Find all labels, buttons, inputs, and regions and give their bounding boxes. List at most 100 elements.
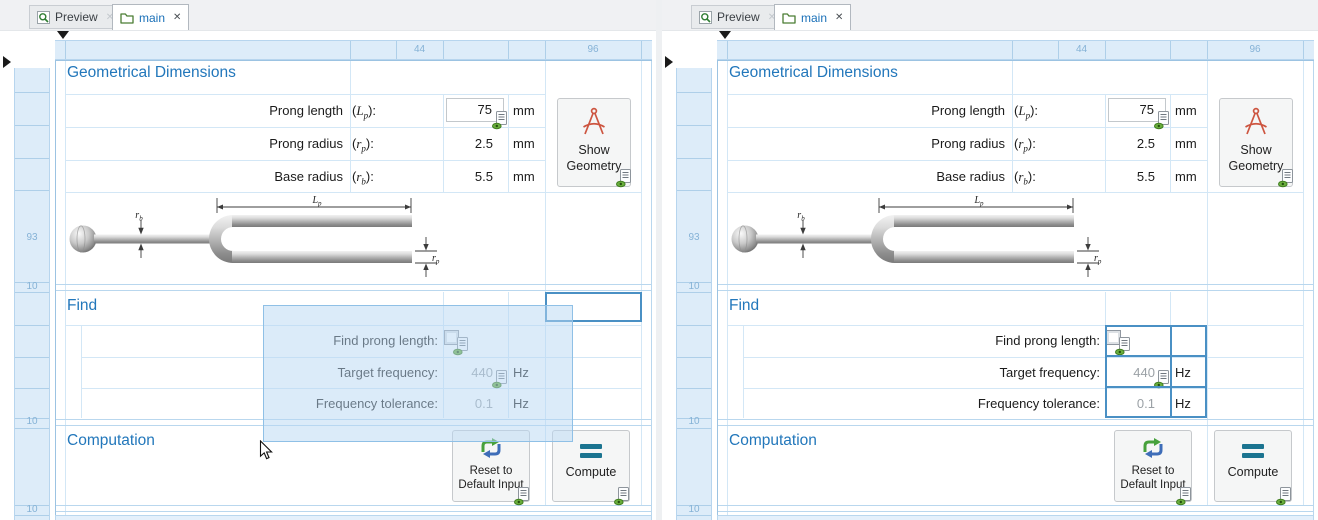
ruler-label: 44 xyxy=(1058,44,1105,55)
column-marker-icon xyxy=(719,31,731,39)
compass-icon xyxy=(1242,107,1270,137)
drag-ghost-overlay xyxy=(263,305,573,442)
unit-label: Hz xyxy=(1175,357,1191,388)
unit-label: mm xyxy=(1175,160,1197,193)
form-editor-panel-right: Preview ✕ main ✕ 44 96 93 10 10 10 xyxy=(662,0,1318,520)
symbol-label: (Lp): xyxy=(1014,94,1102,127)
reset-arrows-icon xyxy=(1141,437,1165,459)
symbol-label: (Lp): xyxy=(352,94,440,127)
ruler-ticks xyxy=(677,68,711,520)
tab-preview[interactable]: Preview ✕ xyxy=(691,5,784,29)
symbol-label: (rp): xyxy=(352,127,440,160)
svg-text:Lp: Lp xyxy=(973,195,984,208)
close-icon[interactable]: ✕ xyxy=(173,12,181,23)
ruler-top[interactable]: 44 96 xyxy=(717,40,1314,60)
visibility-badge-icon xyxy=(1154,370,1169,389)
tuning-fork-image[interactable]: Lp rb rp xyxy=(727,194,1112,280)
tab-label: main xyxy=(801,11,827,25)
tuning-fork-image[interactable]: Lp rb rp xyxy=(65,194,450,280)
unit-label: mm xyxy=(513,127,535,160)
symbol-label: (rb): xyxy=(352,160,440,193)
row-marker-icon xyxy=(3,56,11,68)
field-label: Prong radius xyxy=(727,127,1005,160)
visibility-badge-icon xyxy=(614,487,629,506)
svg-text:rb: rb xyxy=(135,210,143,223)
row-marker-icon xyxy=(665,56,673,68)
tab-label: Preview xyxy=(717,10,760,24)
field-label: Prong length xyxy=(727,94,1005,127)
unit-label: mm xyxy=(1175,127,1197,160)
tab-main[interactable]: main ✕ xyxy=(112,4,189,30)
section-title-geometry: Geometrical Dimensions xyxy=(729,64,898,82)
folder-icon xyxy=(120,12,134,24)
field-label: Base radius xyxy=(65,160,343,193)
ruler-left[interactable]: 93 10 10 10 xyxy=(14,68,50,520)
mouse-cursor xyxy=(259,440,273,461)
ruler-label: 96 xyxy=(545,44,641,55)
tab-main[interactable]: main ✕ xyxy=(774,4,851,30)
section-title-computation: Computation xyxy=(729,432,817,450)
svg-text:Lp: Lp xyxy=(311,195,322,208)
tab-bar: Preview ✕ main ✕ xyxy=(662,0,1318,31)
tab-bar: Preview ✕ main ✕ xyxy=(0,0,656,31)
ruler-label: 93 xyxy=(677,232,711,243)
unit-label: Hz xyxy=(1175,388,1191,419)
svg-text:rp: rp xyxy=(1094,253,1102,266)
ruler-top[interactable]: 44 96 xyxy=(55,40,652,60)
preview-magnifier-icon xyxy=(699,11,712,24)
equals-icon xyxy=(1242,444,1264,458)
column-marker-icon xyxy=(57,31,69,39)
ruler-label: 10 xyxy=(677,416,711,427)
unit-label: mm xyxy=(1175,94,1197,127)
visibility-badge-icon xyxy=(1154,111,1169,130)
split-view: Preview ✕ main ✕ 44 96 93 10 10 10 xyxy=(0,0,1318,520)
visibility-badge-icon xyxy=(616,169,631,188)
ruler-label: 44 xyxy=(396,44,443,55)
ruler-left[interactable]: 93 10 10 10 xyxy=(676,68,712,520)
ruler-label: 93 xyxy=(15,232,49,243)
symbol-label: (rb): xyxy=(1014,160,1102,193)
section-title-find: Find xyxy=(729,297,759,315)
visibility-badge-icon xyxy=(1176,487,1191,506)
folder-icon xyxy=(782,12,796,24)
compass-icon xyxy=(580,107,608,137)
visibility-badge-icon xyxy=(1278,169,1293,188)
prong-radius-field[interactable]: 2.5 xyxy=(443,127,493,160)
symbol-label: (rp): xyxy=(1014,127,1102,160)
visibility-badge-icon xyxy=(1276,487,1291,506)
visibility-badge-icon xyxy=(492,111,507,130)
svg-text:rb: rb xyxy=(797,210,805,223)
ruler-label: 10 xyxy=(677,281,711,292)
ruler-label: 10 xyxy=(15,416,49,427)
ruler-label: 96 xyxy=(1207,44,1303,55)
section-title-find: Find xyxy=(67,297,97,315)
equals-icon xyxy=(580,444,602,458)
svg-text:rp: rp xyxy=(432,253,440,266)
ruler-ticks xyxy=(15,68,49,520)
form-editor-panel-left: Preview ✕ main ✕ 44 96 93 10 10 10 xyxy=(0,0,656,520)
field-label: Frequency tolerance: xyxy=(822,388,1100,419)
frequency-tolerance-field[interactable]: 0.1 xyxy=(1105,388,1155,419)
field-label: Prong length xyxy=(65,94,343,127)
base-radius-field[interactable]: 5.5 xyxy=(1105,160,1155,193)
ruler-label: 10 xyxy=(15,281,49,292)
tab-label: main xyxy=(139,11,165,25)
unit-label: mm xyxy=(513,94,535,127)
field-label: Target frequency: xyxy=(822,357,1100,388)
tab-label: Preview xyxy=(55,10,98,24)
base-radius-field[interactable]: 5.5 xyxy=(443,160,493,193)
unit-label: mm xyxy=(513,160,535,193)
field-label: Find prong length: xyxy=(822,325,1100,356)
ruler-label: 10 xyxy=(15,504,49,515)
visibility-badge-icon xyxy=(1115,337,1130,356)
preview-magnifier-icon xyxy=(37,11,50,24)
ruler-label: 10 xyxy=(677,504,711,515)
tab-preview[interactable]: Preview ✕ xyxy=(29,5,122,29)
section-title-geometry: Geometrical Dimensions xyxy=(67,64,236,82)
close-icon[interactable]: ✕ xyxy=(835,12,843,23)
field-label: Prong radius xyxy=(65,127,343,160)
target-frequency-field[interactable]: 440 xyxy=(1105,357,1155,388)
field-label: Base radius xyxy=(727,160,1005,193)
visibility-badge-icon xyxy=(514,487,529,506)
prong-radius-field[interactable]: 2.5 xyxy=(1105,127,1155,160)
